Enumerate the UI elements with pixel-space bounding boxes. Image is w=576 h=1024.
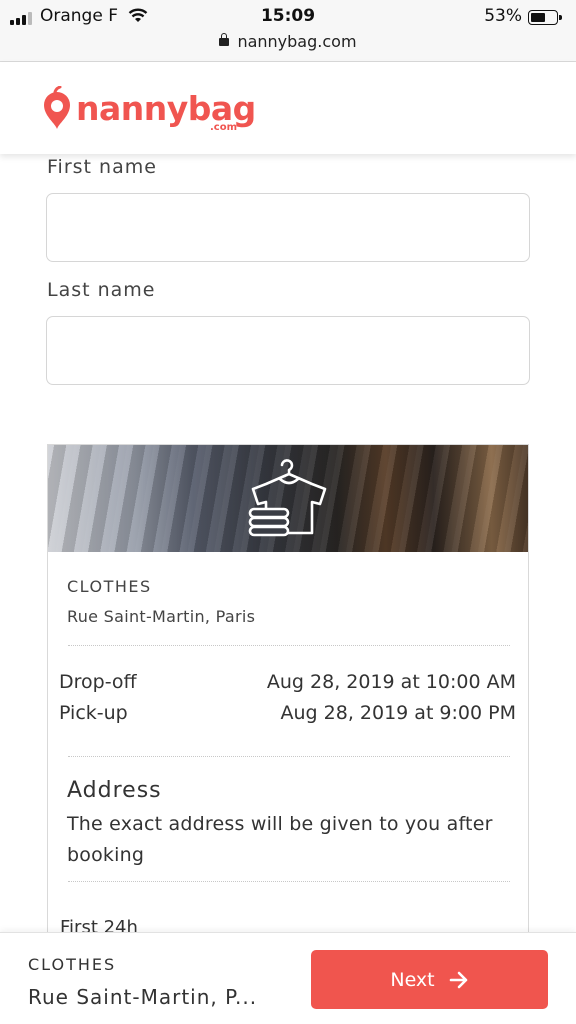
battery-percent: 53%	[484, 6, 522, 26]
dropoff-value: Aug 28, 2019 at 10:00 AM	[266, 671, 516, 693]
booking-bottom-bar: CLOTHES Rue Saint-Martin, P... Next	[0, 932, 576, 1024]
divider	[68, 881, 510, 882]
pickup-label: Pick-up	[59, 702, 128, 724]
address-text: The exact address will be given to you a…	[67, 813, 493, 866]
battery-icon	[528, 10, 562, 25]
first-name-input[interactable]	[46, 193, 530, 262]
address-title: Address	[67, 778, 162, 803]
clothes-banner-image	[48, 445, 528, 552]
browser-status-bar: Orange F 15:09 53% nannybag.com	[0, 0, 576, 62]
card-category: CLOTHES	[67, 577, 152, 596]
site-header: nannybag .com	[0, 62, 576, 154]
first-name-label: First name	[47, 156, 157, 178]
bottom-location: Rue Saint-Martin, P...	[28, 985, 258, 1009]
divider	[68, 645, 510, 646]
logo-pin-icon	[44, 86, 70, 129]
nannybag-logo[interactable]: nannybag .com	[42, 86, 256, 133]
logo-suffix: .com	[210, 122, 238, 133]
dropoff-label: Drop-off	[59, 671, 137, 693]
next-button[interactable]: Next	[311, 950, 548, 1009]
clothes-hanger-icon	[248, 459, 327, 537]
bottom-category: CLOTHES	[28, 955, 117, 974]
logo-text: nannybag	[76, 89, 256, 128]
last-name-label: Last name	[47, 279, 156, 301]
status-row: Orange F 15:09 53%	[0, 4, 576, 28]
lock-icon	[219, 33, 230, 46]
next-button-label: Next	[390, 968, 435, 991]
card-location: Rue Saint-Martin, Paris	[67, 607, 256, 626]
pickup-value: Aug 28, 2019 at 9:00 PM	[280, 702, 516, 724]
divider	[68, 756, 510, 757]
url-bar[interactable]: nannybag.com	[0, 32, 576, 51]
last-name-input[interactable]	[46, 316, 530, 385]
url-text: nannybag.com	[237, 32, 357, 51]
arrow-right-icon	[449, 971, 467, 988]
booking-summary-card: CLOTHES Rue Saint-Martin, Paris Drop-off…	[47, 444, 529, 964]
